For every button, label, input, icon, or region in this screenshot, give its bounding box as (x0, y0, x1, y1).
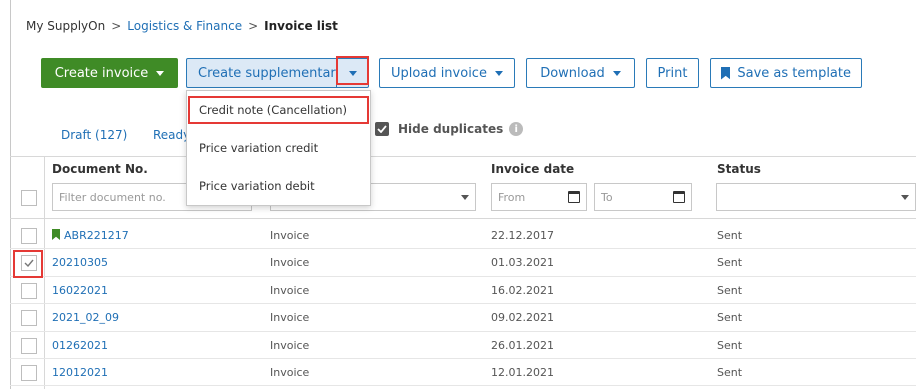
print-button[interactable]: Print (646, 58, 699, 88)
breadcrumb-current: Invoice list (264, 19, 338, 33)
document-number-link[interactable]: 16022021 (52, 284, 108, 297)
document-type-cell: Invoice (270, 256, 310, 270)
upload-invoice-button[interactable]: Upload invoice (379, 58, 515, 88)
column-header-invoice-date[interactable]: Invoice date (491, 162, 574, 176)
row-checkbox[interactable] (21, 255, 37, 272)
invoice-date-cell: 16.02.2021 (491, 283, 554, 297)
breadcrumb-home[interactable]: My SupplyOn (26, 19, 105, 33)
document-number-text: 01262021 (52, 338, 108, 352)
document-number-text: ABR221217 (64, 229, 129, 242)
row-checkbox[interactable] (21, 337, 37, 354)
document-filter-placeholder: Filter document no. (59, 190, 166, 204)
invoice-date-cell: 22.12.2017 (491, 229, 554, 242)
invoice-date-cell: 01.03.2021 (491, 256, 554, 270)
create-supplementary-menu: Credit note (Cancellation) Price variati… (186, 90, 371, 206)
select-all-checkbox[interactable] (21, 190, 37, 206)
tab-draft[interactable]: Draft (127) (61, 128, 127, 142)
info-icon[interactable]: i (509, 122, 524, 136)
column-header-status[interactable]: Status (717, 162, 761, 176)
date-to-placeholder: To (601, 190, 613, 204)
create-invoice-button[interactable]: Create invoice (41, 58, 178, 88)
hide-duplicates-label: Hide duplicates (398, 122, 504, 136)
create-supplementary-label: Create supplementary (198, 65, 337, 81)
bookmark-icon (721, 66, 731, 80)
breadcrumb-separator: > (248, 19, 259, 33)
status-cell: Sent (717, 311, 743, 325)
print-label: Print (657, 65, 688, 81)
table-header-divider (10, 156, 916, 157)
bookmark-icon (52, 229, 60, 240)
document-number-link[interactable]: 01262021 (52, 339, 108, 352)
document-type-cell: Invoice (270, 283, 310, 297)
document-number-text: 12012021 (52, 366, 108, 379)
row-checkbox[interactable] (21, 365, 37, 381)
chevron-down-icon (494, 70, 503, 76)
create-supplementary-dropdown-toggle[interactable] (336, 59, 368, 87)
row-divider (10, 385, 916, 387)
invoice-date-cell: 09.02.2021 (491, 311, 554, 325)
menu-item-price-variation-credit[interactable]: Price variation credit (187, 141, 370, 155)
breadcrumb-separator: > (111, 19, 122, 33)
document-number-link[interactable]: 20210305 (52, 256, 108, 269)
column-header-document-no[interactable]: Document No. (52, 162, 148, 176)
status-cell: Sent (717, 283, 743, 297)
chevron-down-icon (901, 194, 909, 200)
filter-row-divider (10, 218, 916, 219)
document-number-text: 16022021 (52, 283, 108, 297)
menu-item-price-variation-debit[interactable]: Price variation debit (187, 179, 370, 193)
row-checkbox[interactable] (21, 228, 37, 244)
row-checkbox[interactable] (21, 282, 37, 299)
calendar-icon[interactable] (673, 191, 685, 203)
row-divider (10, 330, 916, 332)
document-type-cell: Invoice (270, 366, 310, 379)
document-number-text: 20210305 (52, 256, 108, 270)
menu-item-credit-note[interactable]: Credit note (Cancellation) (187, 103, 370, 117)
create-invoice-label: Create invoice (54, 65, 149, 81)
document-number-text: 2021_02_09 (52, 311, 119, 325)
document-type-cell: Invoice (270, 311, 310, 325)
status-cell: Sent (717, 366, 743, 379)
tab-ready[interactable]: Ready (153, 128, 190, 142)
status-filter-select[interactable] (716, 183, 916, 211)
document-number-link[interactable]: 2021_02_09 (52, 311, 119, 324)
date-from-input[interactable]: From (491, 183, 587, 211)
row-divider (10, 248, 916, 250)
row-divider (10, 303, 916, 305)
document-number-link[interactable]: ABR221217 (52, 229, 129, 242)
invoice-date-cell: 12.01.2021 (491, 366, 554, 379)
row-checkbox[interactable] (21, 310, 37, 327)
checkmark-icon (24, 259, 34, 268)
chevron-down-icon (461, 194, 469, 200)
chevron-down-icon (156, 70, 165, 76)
document-type-cell: Invoice (270, 229, 310, 242)
save-as-template-label: Save as template (737, 65, 851, 81)
breadcrumb-logistics-finance[interactable]: Logistics & Finance (127, 19, 242, 33)
chevron-down-icon (348, 70, 357, 76)
calendar-icon[interactable] (568, 191, 580, 203)
invoice-date-cell: 26.01.2021 (491, 338, 554, 352)
document-type-cell: Invoice (270, 338, 310, 352)
hide-duplicates-checkbox[interactable] (375, 122, 389, 136)
row-divider (10, 358, 916, 359)
document-number-link[interactable]: 12012021 (52, 366, 108, 379)
date-to-input[interactable]: To (594, 183, 692, 211)
hide-duplicates-toggle[interactable]: Hide duplicates i (375, 122, 524, 136)
save-as-template-button[interactable]: Save as template (710, 58, 862, 88)
status-cell: Sent (717, 229, 743, 242)
upload-invoice-label: Upload invoice (391, 65, 487, 81)
column-divider (44, 156, 45, 389)
date-from-placeholder: From (498, 190, 526, 204)
checkmark-icon (377, 125, 387, 133)
status-cell: Sent (717, 338, 743, 352)
breadcrumb: My SupplyOn > Logistics & Finance > Invoice … (26, 19, 338, 33)
download-label: Download (540, 65, 605, 81)
download-button[interactable]: Download (526, 58, 635, 88)
chevron-down-icon (612, 70, 621, 76)
row-divider (10, 275, 916, 277)
create-supplementary-button[interactable]: Create supplementary (186, 58, 369, 88)
status-cell: Sent (717, 256, 743, 270)
